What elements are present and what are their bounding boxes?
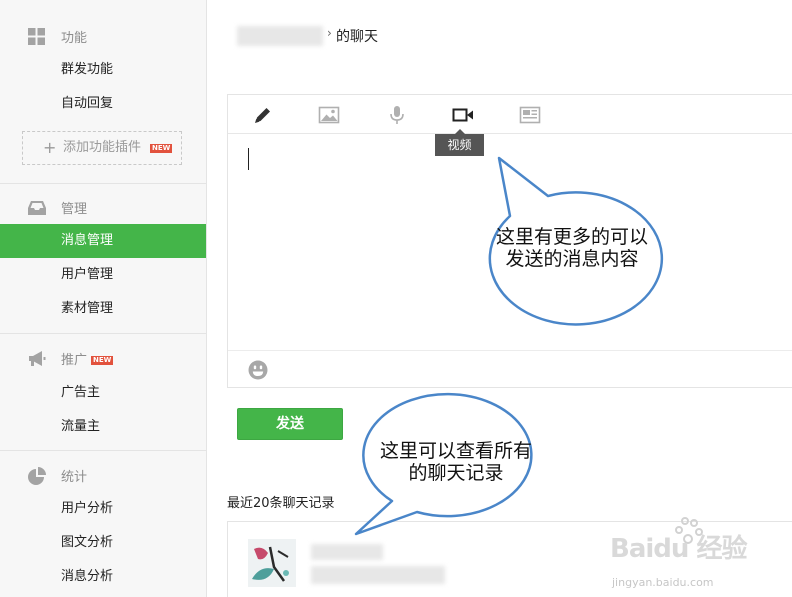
sidebar-section-features: 功能 <box>0 21 206 51</box>
send-button[interactable]: 发送 <box>237 408 343 440</box>
inbox-icon <box>28 201 46 215</box>
blurred-username <box>237 26 323 46</box>
video-tooltip: 视频 <box>435 129 484 156</box>
blurred-message <box>311 566 445 584</box>
baidu-watermark-url: jingyan.baidu.com <box>612 576 714 589</box>
history-label: 最近20条聊天记录 <box>227 496 335 511</box>
blurred-name <box>311 544 383 560</box>
sidebar-item-users[interactable]: 用户管理 <box>0 258 206 292</box>
baidu-watermark: Baidu 经验 <box>610 534 747 564</box>
editor-divider <box>228 350 792 351</box>
new-badge: NEW <box>150 144 173 153</box>
add-plugin-label: 添加功能插件 <box>63 140 142 155</box>
sidebar-divider <box>0 333 206 334</box>
sidebar-divider <box>0 183 206 184</box>
sidebar-item-messages[interactable]: 消息管理 <box>0 224 206 258</box>
microphone-icon[interactable] <box>386 105 408 125</box>
sidebar-section-title-text: 推广 <box>61 353 88 368</box>
sidebar-item-article-analysis[interactable]: 图文分析 <box>0 526 206 560</box>
sidebar-section-promotion: 推广 NEW <box>0 343 206 373</box>
image-icon[interactable] <box>318 105 340 125</box>
callout-text-more-content: 这里有更多的可以发送的消息内容 <box>495 226 648 270</box>
text-cursor <box>248 148 249 170</box>
sidebar-item-mass-send[interactable]: 群发功能 <box>0 53 206 87</box>
chevron-right-icon: › <box>327 26 332 40</box>
sidebar-section-title: 管理 <box>61 202 88 217</box>
sidebar-divider <box>0 450 206 451</box>
avatar <box>248 539 296 587</box>
sidebar-section-title: 功能 <box>61 31 88 46</box>
megaphone-icon <box>29 351 46 366</box>
sidebar-item-user-analysis[interactable]: 用户分析 <box>0 492 206 526</box>
sidebar-item-advertiser[interactable]: 广告主 <box>0 376 206 410</box>
news-icon[interactable] <box>519 105 541 125</box>
add-plugin-button[interactable]: + 添加功能插件 NEW <box>22 131 182 165</box>
pencil-icon[interactable] <box>252 105 274 125</box>
sidebar-section-title: 推广 NEW <box>61 349 114 368</box>
sidebar-item-auto-reply[interactable]: 自动回复 <box>0 87 206 121</box>
editor-toolbar <box>228 95 792 134</box>
grid-icon <box>28 28 45 45</box>
sidebar-section-title: 统计 <box>61 470 88 485</box>
sidebar-item-materials[interactable]: 素材管理 <box>0 292 206 326</box>
sidebar-item-publisher[interactable]: 流量主 <box>0 410 206 444</box>
pie-chart-icon <box>28 467 46 485</box>
sidebar: 功能 群发功能 自动回复 + 添加功能插件 NEW 管理 消息管理 用户管理 素… <box>0 0 207 597</box>
sidebar-section-management: 管理 <box>0 192 206 222</box>
emoji-icon[interactable] <box>247 359 269 381</box>
video-icon[interactable] <box>452 105 474 125</box>
sidebar-section-statistics: 统计 <box>0 460 206 490</box>
callout-text-history: 这里可以查看所有的聊天记录 <box>379 440 532 484</box>
plus-icon: + <box>43 138 57 157</box>
new-badge: NEW <box>91 356 114 365</box>
page-title: 的聊天 <box>336 29 378 45</box>
sidebar-item-message-analysis[interactable]: 消息分析 <box>0 560 206 594</box>
